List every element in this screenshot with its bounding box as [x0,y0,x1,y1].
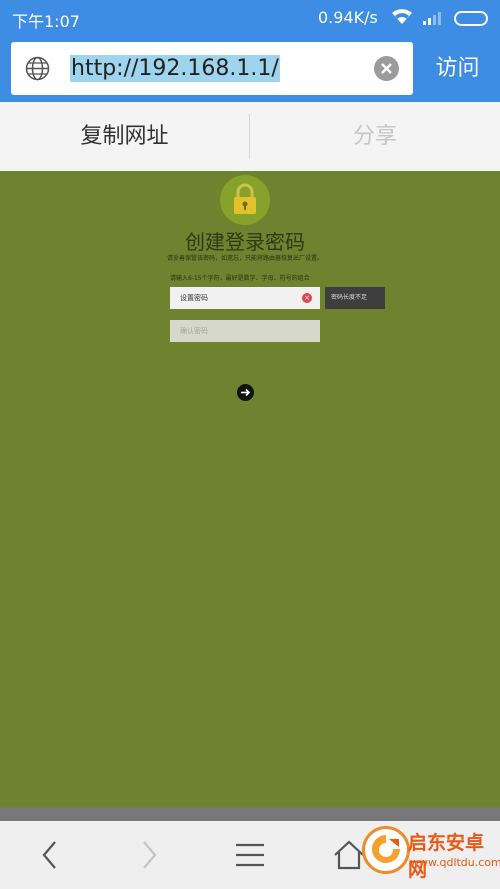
home-icon[interactable] [333,839,365,875]
clear-url-button[interactable] [374,56,399,81]
confirm-password-placeholder: 确认密码 [180,327,208,335]
page-subtitle: 请妥善保管该密码，如遗忘，只能将路由器恢复出厂设置。 [166,255,323,262]
submit-arrow-button[interactable] [237,384,254,401]
confirm-password-field[interactable]: 确认密码 [170,320,320,342]
status-bar: 下午1:07 0.94K/s [0,0,500,36]
back-icon[interactable] [38,839,62,875]
page-title: 创建登录密码 [185,230,305,254]
set-password-field[interactable]: 设置密码 × [170,287,320,309]
forward-icon[interactable] [137,839,161,875]
share-button[interactable]: 分享 [250,102,500,171]
globe-icon [25,56,50,85]
battery-icon [454,11,488,26]
menu-icon[interactable] [235,839,265,875]
lock-icon [220,175,270,225]
copy-url-button[interactable]: 复制网址 [0,102,249,171]
wifi-icon [390,8,414,30]
set-password-label: 设置密码 [180,294,208,302]
site-watermark: 启东安卓网 www.qdltdu.com [362,826,500,889]
router-login-page: 创建登录密码 请妥善保管该密码，如遗忘，只能将路由器恢复出厂设置。 请输入6-1… [0,171,500,807]
watermark-logo [362,826,410,874]
nav-shadow [0,807,500,821]
watermark-url: www.qdltdu.com [410,856,500,869]
password-hint: 请输入6-15个字符，最好是数字、字母、符号的组合 [170,275,310,282]
url-action-bar: 复制网址 分享 [0,102,500,171]
url-bar[interactable]: http://192.168.1.1/ [11,42,413,95]
url-text[interactable]: http://192.168.1.1/ [70,55,280,82]
browser-header: 下午1:07 0.94K/s http://192.168.1.1/ 访问 [0,0,500,102]
status-time: 下午1:07 [12,12,80,31]
visit-button[interactable]: 访问 [415,42,500,95]
network-speed: 0.94K/s [318,8,378,27]
password-length-tooltip: 密码长度不足 [325,287,385,309]
error-icon: × [302,293,312,303]
watermark-title: 启东安卓网 [408,832,485,881]
signal-icon [422,10,444,29]
